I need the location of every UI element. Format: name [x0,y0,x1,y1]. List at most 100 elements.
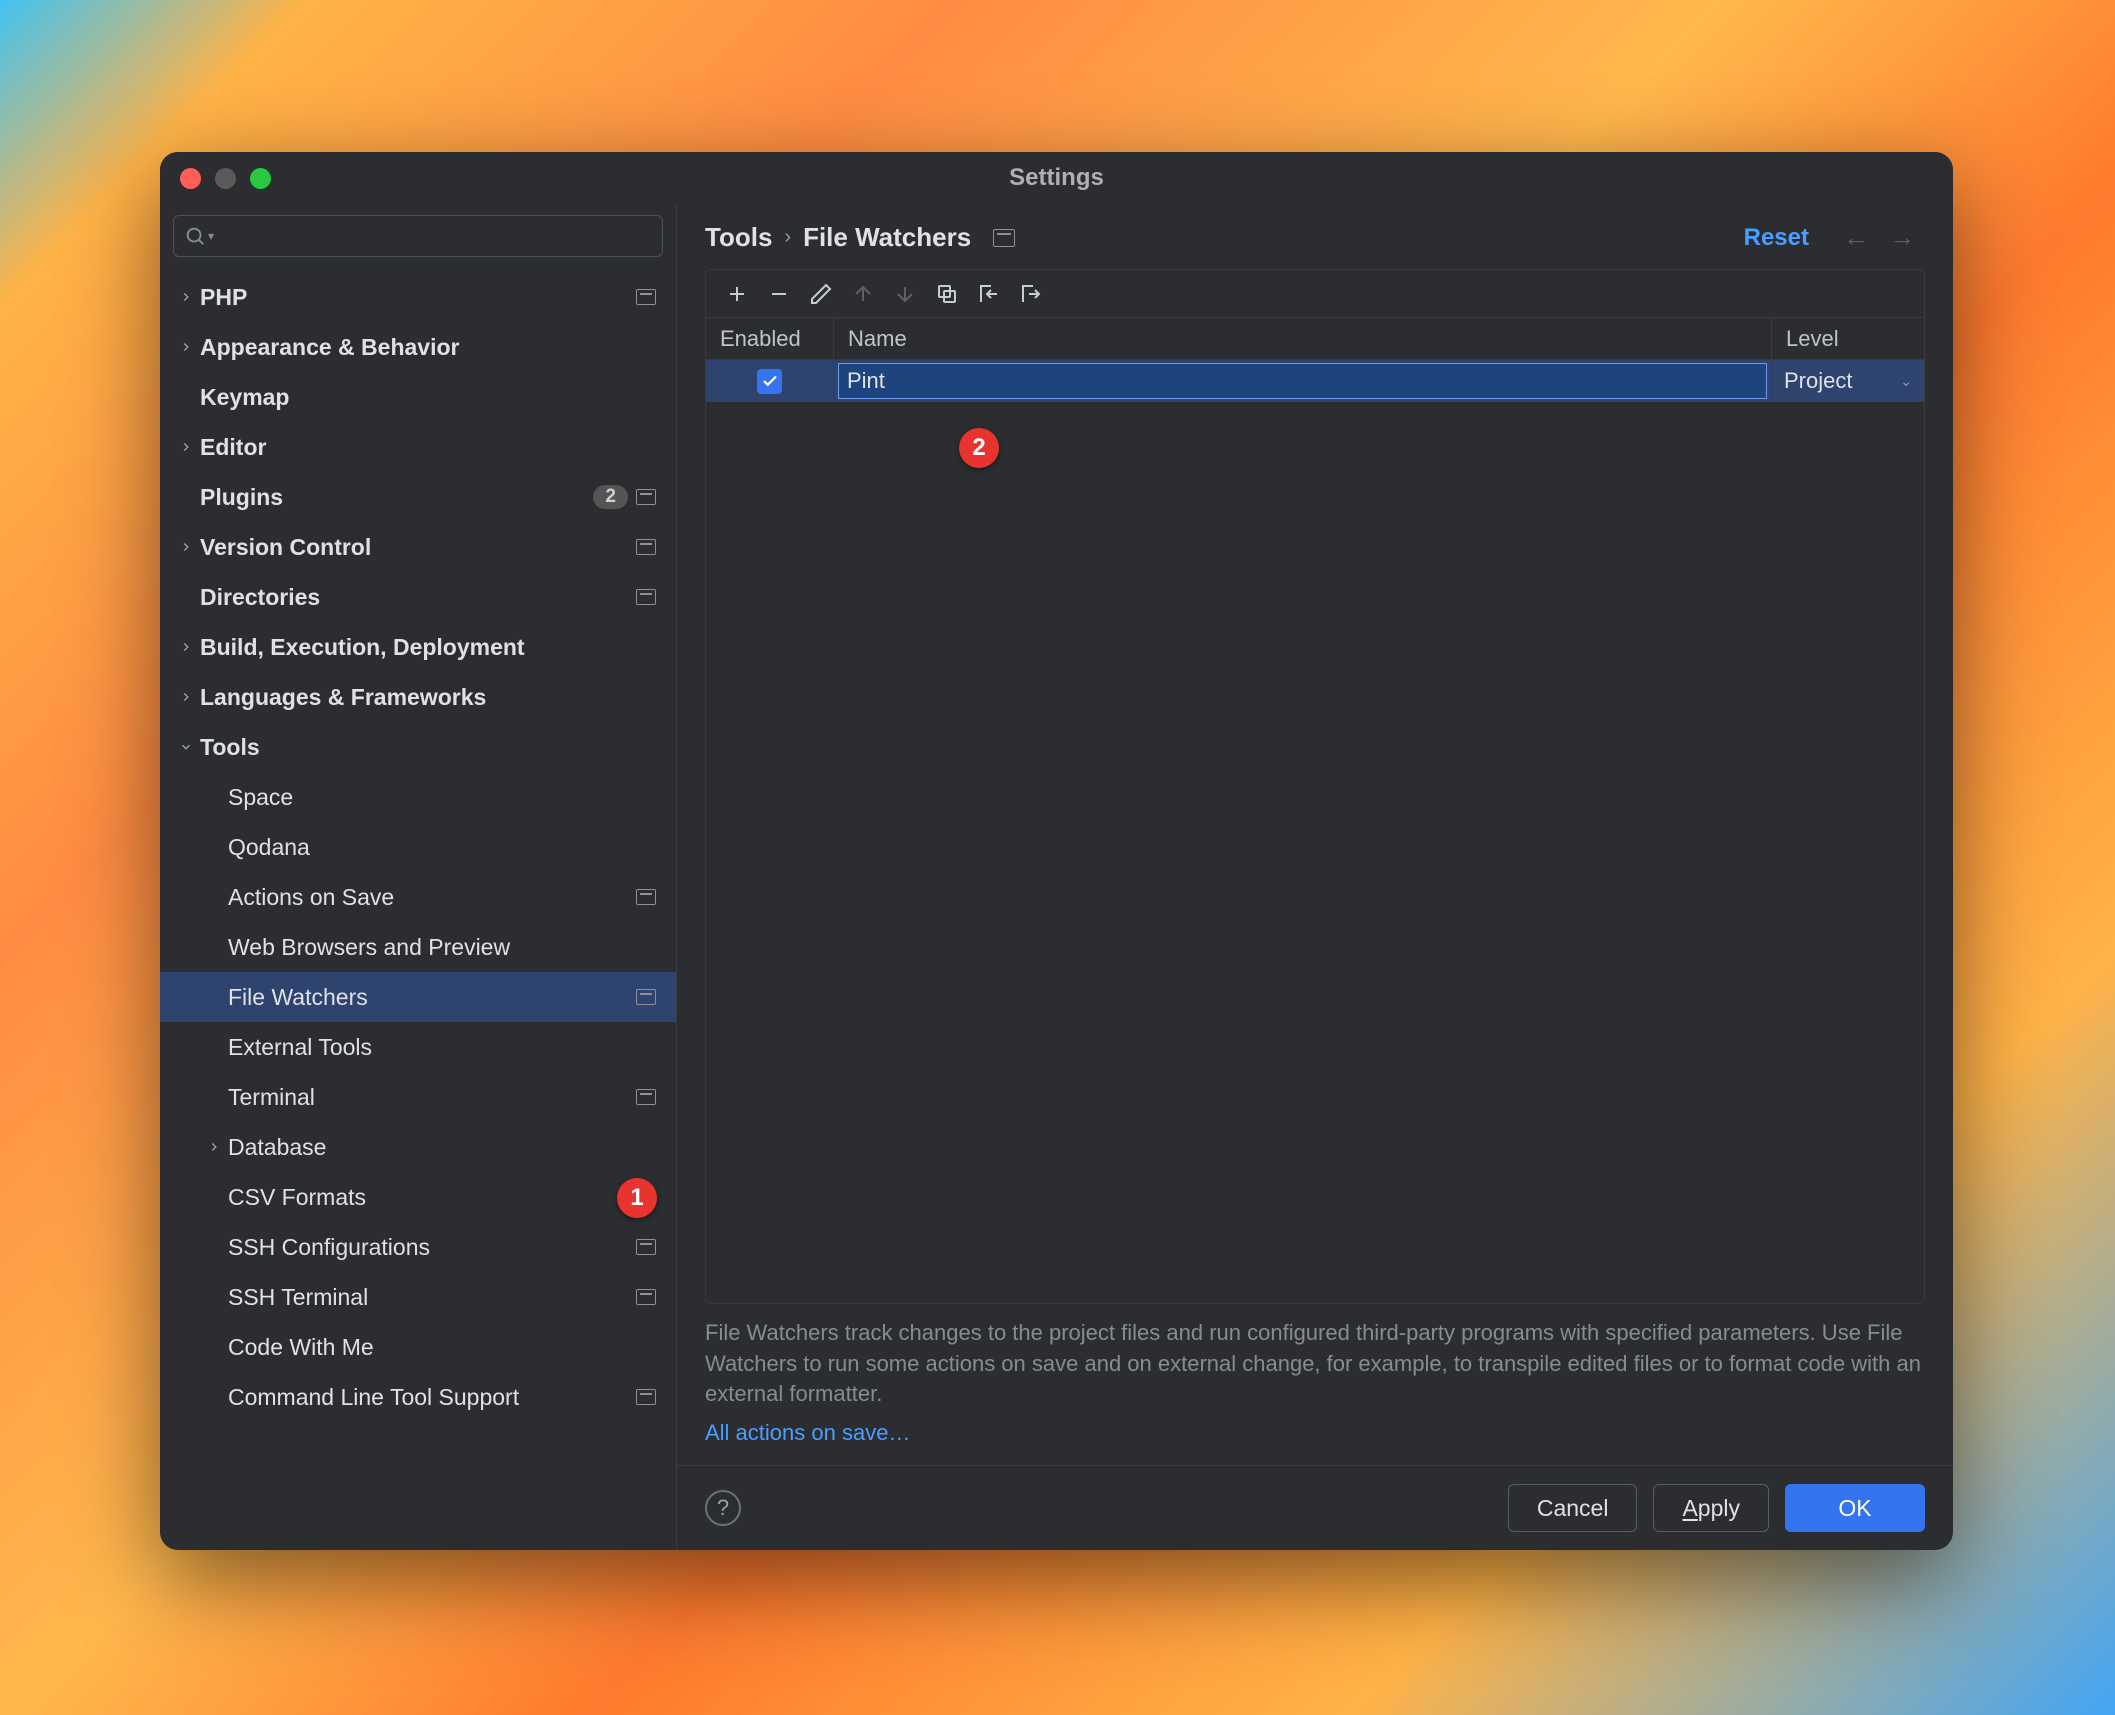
sidebar-item-ssh-terminal[interactable]: SSH Terminal [160,1272,676,1322]
chevron-down-icon: ▾ [208,229,214,243]
copy-button[interactable] [928,275,966,313]
project-scope-icon [636,889,656,905]
close-window-button[interactable] [180,168,201,189]
import-button[interactable] [970,275,1008,313]
sidebar-item-external-tools[interactable]: External Tools [160,1022,676,1072]
settings-tree: PHP Appearance & Behavior Keymap Editor Plug… [160,268,676,1550]
breadcrumb: Tools › File Watchers [705,222,1015,253]
search-row: ▾ [160,204,676,268]
settings-window: Settings ▾ PHP Appearance & Behavior Keyma… [160,152,1953,1550]
apply-button[interactable]: Apply [1653,1484,1769,1532]
search-input-container[interactable]: ▾ [173,215,663,257]
add-button[interactable] [718,275,756,313]
table-toolbar [706,270,1924,318]
row-level-cell[interactable]: Project ⌄ [1772,360,1924,402]
sidebar-item-label: SSH Terminal [228,1284,636,1311]
main-panel: Tools › File Watchers Reset ← → [677,204,1953,1550]
sidebar-item-command-line-tool-support[interactable]: Command Line Tool Support [160,1372,676,1422]
watcher-name-input[interactable] [838,363,1767,399]
remove-button[interactable] [760,275,798,313]
sidebar-item-label: Web Browsers and Preview [228,934,660,961]
chevron-right-icon [179,440,193,454]
sidebar-item-label: Actions on Save [228,884,636,911]
sidebar-item-tools[interactable]: Tools [160,722,676,772]
window-controls [180,168,271,189]
sidebar-item-label: Version Control [200,534,636,561]
export-button[interactable] [1012,275,1050,313]
ok-button[interactable]: OK [1785,1484,1925,1532]
watchers-table-area: Enabled Name Level Project ⌄ [705,269,1925,1304]
project-scope-icon [636,1389,656,1405]
edit-button[interactable] [802,275,840,313]
sidebar-item-label: Appearance & Behavior [200,334,660,361]
project-scope-icon [636,489,656,505]
help-button[interactable]: ? [705,1490,741,1526]
project-scope-icon [636,989,656,1005]
sidebar-item-label: Database [228,1134,660,1161]
sidebar-item-label: Languages & Frameworks [200,684,660,711]
sidebar-item-label: File Watchers [228,984,636,1011]
sidebar-item-languages-frameworks[interactable]: Languages & Frameworks [160,672,676,722]
sidebar-item-label: Command Line Tool Support [228,1384,636,1411]
sidebar-item-actions-on-save[interactable]: Actions on Save [160,872,676,922]
sidebar-item-directories[interactable]: Directories [160,572,676,622]
sidebar-item-keymap[interactable]: Keymap [160,372,676,422]
back-button[interactable]: ← [1843,222,1869,253]
sidebar-item-label: Build, Execution, Deployment [200,634,660,661]
project-scope-icon [636,589,656,605]
window-title: Settings [1009,164,1104,192]
minimize-window-button[interactable] [215,168,236,189]
project-scope-icon [636,539,656,555]
sidebar-item-editor[interactable]: Editor [160,422,676,472]
sidebar-item-space[interactable]: Space [160,772,676,822]
table-header: Enabled Name Level [706,318,1924,360]
chevron-down-icon: ⌄ [1900,373,1912,390]
sidebar-item-label: CSV Formats [228,1184,660,1211]
project-scope-icon [636,1289,656,1305]
column-header-level[interactable]: Level [1772,318,1924,359]
sidebar-item-qodana[interactable]: Qodana [160,822,676,872]
breadcrumb-part: File Watchers [803,222,971,253]
move-down-button[interactable] [886,275,924,313]
chevron-right-icon [179,690,193,704]
chevron-right-icon: › [784,226,791,249]
sidebar-item-label: Editor [200,434,660,461]
chevron-right-icon [207,1140,221,1154]
sidebar-item-ssh-configurations[interactable]: SSH Configurations [160,1222,676,1272]
sidebar-item-build-execution-deployment[interactable]: Build, Execution, Deployment [160,622,676,672]
column-header-enabled[interactable]: Enabled [706,318,834,359]
sidebar-item-label: Code With Me [228,1334,660,1361]
maximize-window-button[interactable] [250,168,271,189]
sidebar-item-label: Terminal [228,1084,636,1111]
enabled-checkbox[interactable] [757,369,782,394]
sidebar-item-csv-formats[interactable]: CSV Formats [160,1172,676,1222]
sidebar-item-appearance-behavior[interactable]: Appearance & Behavior [160,322,676,372]
sidebar-item-web-browsers-and-preview[interactable]: Web Browsers and Preview [160,922,676,972]
search-icon [184,225,206,247]
actions-on-save-link[interactable]: All actions on save… [705,1418,910,1449]
sidebar-item-terminal[interactable]: Terminal [160,1072,676,1122]
chevron-right-icon [179,290,193,304]
sidebar-item-label: Directories [200,584,636,611]
sidebar-item-plugins[interactable]: Plugins2 [160,472,676,522]
sidebar-item-php[interactable]: PHP [160,272,676,322]
row-enabled-cell[interactable] [706,360,834,402]
content-area: ▾ PHP Appearance & Behavior Keymap Editor Pl… [160,204,1953,1550]
sidebar-item-label: Plugins [200,484,593,511]
sidebar-item-database[interactable]: Database [160,1122,676,1172]
sidebar-item-version-control[interactable]: Version Control [160,522,676,572]
sidebar-item-label: External Tools [228,1034,660,1061]
chevron-right-icon [179,340,193,354]
row-name-cell[interactable] [834,360,1772,402]
forward-button[interactable]: → [1889,222,1915,253]
column-header-name[interactable]: Name [834,318,1772,359]
move-up-button[interactable] [844,275,882,313]
chevron-down-icon [179,740,193,754]
title-bar: Settings [160,152,1953,204]
reset-button[interactable]: Reset [1744,224,1809,252]
sidebar-item-code-with-me[interactable]: Code With Me [160,1322,676,1372]
breadcrumb-part[interactable]: Tools [705,222,772,253]
cancel-button[interactable]: Cancel [1508,1484,1638,1532]
sidebar-item-file-watchers[interactable]: File Watchers [160,972,676,1022]
table-row[interactable]: Project ⌄ [706,360,1924,402]
